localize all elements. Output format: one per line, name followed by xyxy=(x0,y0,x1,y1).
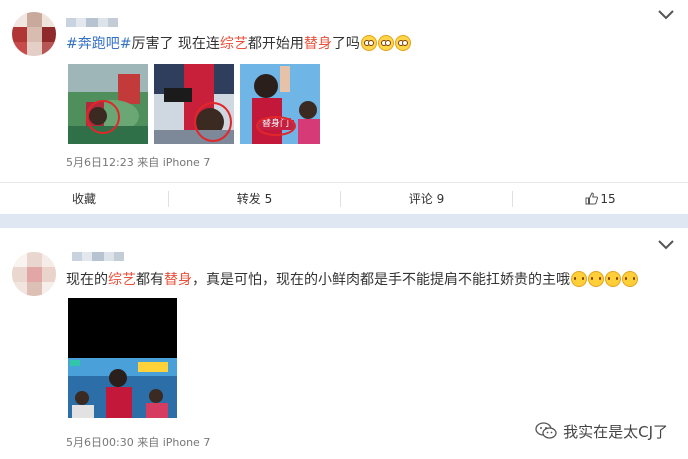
image-thumbnail-1[interactable] xyxy=(68,64,148,144)
like-button[interactable]: 15 xyxy=(513,183,688,215)
keyword-highlight: 替身 xyxy=(164,272,192,288)
post-separator xyxy=(0,214,688,228)
hashtag-link[interactable]: #奔跑吧# xyxy=(66,36,131,52)
highlight-circle xyxy=(194,102,232,142)
tongue-face-emoji xyxy=(588,271,604,287)
chevron-down-icon[interactable] xyxy=(656,8,676,22)
favorite-button[interactable]: 收藏 xyxy=(0,183,168,215)
comment-button[interactable]: 评论 9 xyxy=(341,183,512,215)
repost-button[interactable]: 转发 5 xyxy=(169,183,340,215)
weibo-post-1: #奔跑吧#厉害了 现在连综艺都开始用替身了吗 替身门 5月6日12:23 来自 … xyxy=(0,0,688,214)
keyword-highlight: 综艺 xyxy=(108,272,136,288)
post-text: #奔跑吧#厉害了 现在连综艺都开始用替身了吗 xyxy=(66,34,411,54)
flushed-face-emoji xyxy=(377,35,394,51)
avatar[interactable] xyxy=(12,12,56,56)
post-meta: 5月6日00:30 来自 iPhone 7 xyxy=(66,436,211,449)
tongue-face-emoji xyxy=(605,271,621,287)
flushed-face-emoji xyxy=(394,35,411,51)
highlight-circle xyxy=(86,100,120,134)
post-text: 现在的综艺都有替身，真是可怕，现在的小鲜肉都是手不能提肩不能扛娇贵的主哦 xyxy=(66,270,638,290)
wechat-watermark: 我实在是太CJ了 xyxy=(535,420,668,442)
keyword-highlight: 替身 xyxy=(303,36,332,52)
wechat-icon xyxy=(535,422,557,439)
tongue-face-emoji xyxy=(571,271,587,287)
image-thumbnail-2[interactable] xyxy=(154,64,234,144)
chevron-down-icon[interactable] xyxy=(656,238,676,252)
image-thumbnail-3[interactable]: 替身门 xyxy=(240,64,320,144)
highlight-circle xyxy=(256,116,296,136)
username-redacted[interactable] xyxy=(72,246,124,261)
action-bar: 收藏 转发 5 评论 9 15 xyxy=(0,182,688,215)
tongue-face-emoji xyxy=(622,271,638,287)
avatar[interactable] xyxy=(12,252,56,296)
keyword-highlight: 综艺 xyxy=(219,36,248,52)
post-meta: 5月6日12:23 来自 iPhone 7 xyxy=(66,156,211,169)
flushed-face-emoji xyxy=(360,35,377,51)
video-thumbnail[interactable] xyxy=(68,298,177,418)
like-thumb-icon xyxy=(585,192,599,205)
username-redacted[interactable] xyxy=(66,12,118,27)
